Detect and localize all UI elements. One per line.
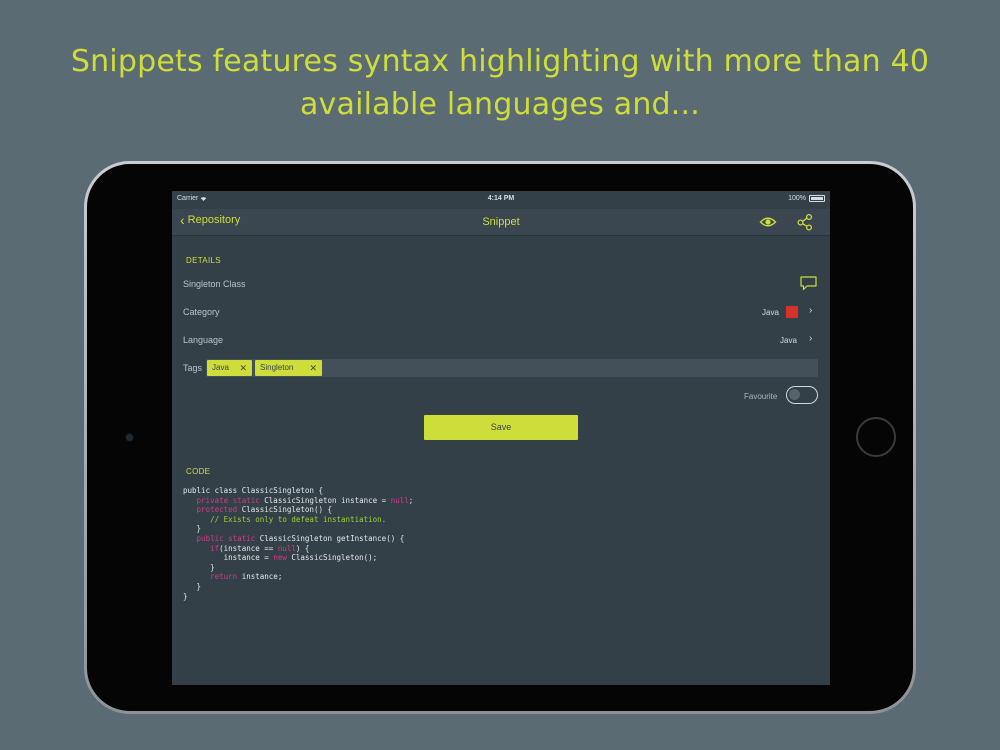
toggle-knob — [789, 389, 800, 400]
language-label: Language — [183, 335, 224, 345]
language-value: Java — [780, 336, 797, 345]
chevron-right-icon: › — [809, 305, 813, 316]
code-line: protected ClassicSingleton() { — [196, 505, 333, 515]
code-line: // Exists only to defeat instantiation. — [210, 514, 387, 524]
tags-input[interactable]: Java ✕ Singleton ✕ — [206, 359, 818, 377]
tags-label: Tags — [183, 363, 203, 373]
snippet-name[interactable]: Singleton Class — [183, 279, 246, 289]
category-value: Java — [762, 308, 779, 317]
clock: 4:14 PM — [487, 195, 515, 202]
favourite-label: Favourite — [744, 392, 778, 401]
code-line: } — [183, 581, 202, 591]
tag-label: Singleton — [260, 363, 294, 372]
code-line: private static ClassicSingleton instance… — [196, 495, 414, 505]
comment-icon[interactable] — [800, 276, 817, 296]
favourite-toggle[interactable] — [786, 386, 818, 404]
save-button[interactable]: Save — [424, 415, 578, 440]
category-label: Category — [183, 307, 220, 317]
code-line: if(instance == null) { — [210, 543, 310, 553]
code-line: instance = new ClassicSingleton(); — [183, 553, 378, 563]
app-screen: Carrier 4:14 PM 100% ‹ Repository Snippe… — [172, 191, 830, 685]
eye-icon[interactable] — [759, 213, 777, 231]
tag-chip: Java ✕ — [207, 360, 252, 376]
battery-percent: 100% — [788, 195, 806, 202]
navigation-bar: ‹ Repository Snippet — [172, 209, 830, 236]
close-icon[interactable]: ✕ — [309, 360, 317, 376]
status-bar: Carrier 4:14 PM 100% — [172, 191, 830, 209]
tag-chip: Singleton ✕ — [255, 360, 322, 376]
share-icon[interactable] — [796, 213, 814, 231]
close-icon[interactable]: ✕ — [239, 360, 247, 376]
home-button[interactable] — [856, 417, 896, 457]
category-color-swatch — [786, 306, 798, 318]
battery-group: 100% — [788, 195, 825, 202]
code-block[interactable]: public class ClassicSingleton { private … — [183, 486, 783, 601]
page-title: Snippet — [482, 216, 520, 228]
code-line: } — [183, 562, 215, 572]
headline: Snippets features syntax highlighting wi… — [70, 44, 930, 122]
camera-icon — [126, 434, 133, 441]
code-line: public class ClassicSingleton { — [183, 486, 323, 495]
code-line: public static ClassicSingleton getInstan… — [196, 533, 405, 543]
code-line: return instance; — [210, 572, 283, 582]
details-section-label: DETAILS — [186, 256, 221, 265]
chevron-right-icon: › — [809, 333, 813, 344]
code-line: } — [183, 591, 188, 601]
tag-label: Java — [212, 363, 229, 372]
code-section-label: CODE — [186, 467, 211, 476]
code-line: } — [183, 524, 202, 534]
battery-icon — [809, 195, 825, 202]
